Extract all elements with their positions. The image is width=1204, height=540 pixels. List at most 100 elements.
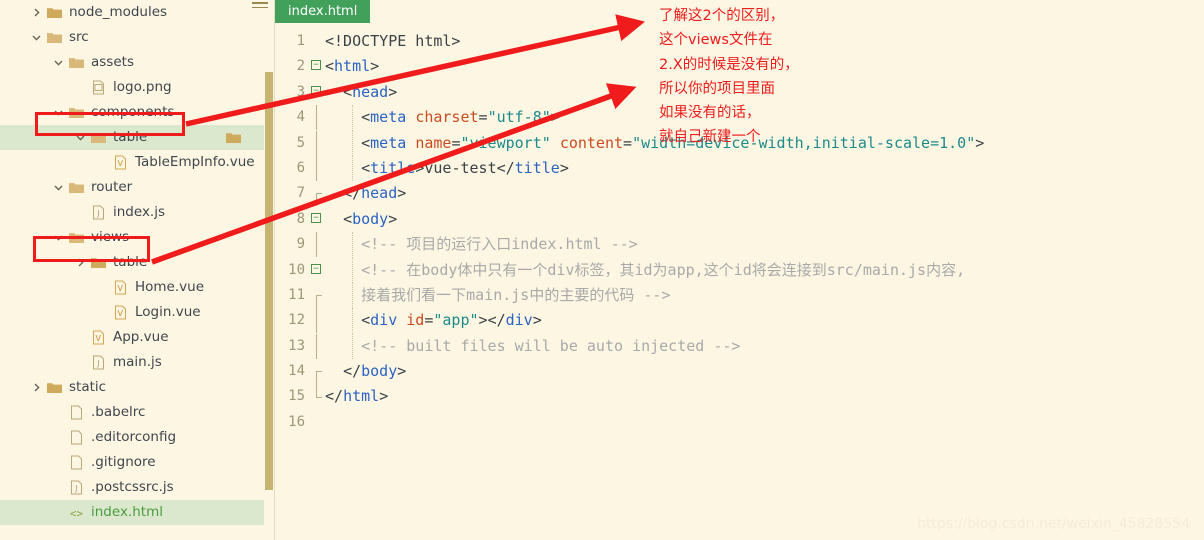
line-number: 2 xyxy=(296,58,305,75)
fold-toggle-icon[interactable]: − xyxy=(311,60,321,71)
tree-item-label: views xyxy=(91,228,130,245)
tree-item-node-modules[interactable]: node_modules xyxy=(0,0,264,25)
line-number: 10 xyxy=(288,261,305,278)
chevron-down-icon[interactable] xyxy=(52,106,65,119)
tree-item-table[interactable]: table xyxy=(0,250,264,275)
tree-item-views[interactable]: views xyxy=(0,225,264,250)
line-number: 13 xyxy=(288,337,305,354)
code-text: <!-- built files will be auto injected -… xyxy=(361,336,741,355)
fold-toggle-icon[interactable]: − xyxy=(311,212,321,223)
code-line[interactable]: 1 <!DOCTYPE html> xyxy=(275,29,1204,54)
tree-item--postcssrc-js[interactable]: J .postcssrc.js xyxy=(0,475,264,500)
code-line[interactable]: 14 </body> xyxy=(275,359,1204,385)
code-line[interactable]: 16 xyxy=(275,410,1204,435)
tree-item--babelrc[interactable]: .babelrc xyxy=(0,400,264,425)
editor-tab-strip[interactable]: index.html xyxy=(275,0,371,23)
code-text: <meta name="viewport" content="width=dev… xyxy=(361,133,985,152)
fold-guide-line xyxy=(316,294,322,308)
tree-item-main-js[interactable]: Jmain.js xyxy=(0,350,264,375)
tree-item-assets[interactable]: assets xyxy=(0,50,264,75)
code-line[interactable]: 12 <div id="app"></div> xyxy=(275,308,1204,334)
line-number: 6 xyxy=(296,159,305,176)
svg-text:V: V xyxy=(118,159,124,168)
chevron-down-icon[interactable] xyxy=(52,56,65,69)
tree-item-label: main.js xyxy=(113,353,162,370)
tree-item--gitignore[interactable]: .gitignore xyxy=(0,450,264,475)
line-number: 14 xyxy=(288,363,305,380)
line-number: 12 xyxy=(288,312,305,329)
code-line[interactable]: 9 <!-- 项目的运行入口index.html --> xyxy=(275,232,1204,258)
line-number: 5 xyxy=(296,134,305,151)
fold-guide-line xyxy=(316,105,317,131)
fold-guide-line xyxy=(316,193,322,207)
fold-guide-line xyxy=(316,130,317,156)
tree-item-logo-png[interactable]: logo.png xyxy=(0,75,264,100)
chevron-right-icon[interactable] xyxy=(74,256,87,269)
chevron-down-icon[interactable] xyxy=(52,231,65,244)
chevron-right-icon[interactable] xyxy=(30,381,43,394)
file-explorer-sidebar[interactable]: node_modulessrc assets logo.png components t… xyxy=(0,0,264,540)
tree-item--editorconfig[interactable]: .editorconfig xyxy=(0,425,264,450)
tree-item-app-vue[interactable]: V App.vue xyxy=(0,325,264,350)
tree-item-label: .postcssrc.js xyxy=(91,478,174,495)
tree-item-home-vue[interactable]: V Home.vue xyxy=(0,275,264,300)
tree-item-table[interactable]: table xyxy=(0,125,264,150)
code-line[interactable]: 7 </head> xyxy=(275,181,1204,207)
folder-open-icon xyxy=(68,230,85,245)
chevron-right-icon[interactable] xyxy=(30,6,43,19)
code-text: <body> xyxy=(343,209,398,228)
vue-file-icon: V xyxy=(112,280,129,295)
vue-file-icon: V xyxy=(90,330,107,345)
code-line[interactable]: 13 <!-- built files will be auto injecte… xyxy=(275,333,1204,360)
tree-item-label: assets xyxy=(91,53,134,70)
folder-open-icon xyxy=(68,180,85,195)
code-line[interactable]: 6 <title>vue-test</title> xyxy=(275,155,1204,182)
code-line[interactable]: 10− <!-- 在body体中只有一个div标签，其id为app,这个id将会… xyxy=(275,257,1204,283)
code-line[interactable]: 3− <head> xyxy=(275,80,1204,105)
tree-item-login-vue[interactable]: V Login.vue xyxy=(0,300,264,325)
sidebar-scrollbar-thumb[interactable] xyxy=(265,72,273,490)
tree-item-src[interactable]: src xyxy=(0,25,264,50)
line-number: 4 xyxy=(296,109,305,126)
tree-item-label: table xyxy=(113,253,148,270)
tree-item-tableempinfo-vue[interactable]: V TableEmpInfo.vue xyxy=(0,150,264,175)
line-number: 16 xyxy=(288,413,305,430)
folder-closed-icon xyxy=(46,380,63,395)
chevron-down-icon[interactable] xyxy=(52,181,65,194)
code-line[interactable]: 4 <meta charset="utf-8"> xyxy=(275,105,1204,131)
folder-open-icon xyxy=(46,30,63,45)
tree-item-index-html[interactable]: <> index.html xyxy=(0,500,264,525)
chevron-down-icon[interactable] xyxy=(74,131,87,144)
code-text: <html> xyxy=(325,57,380,76)
tree-item-label: .gitignore xyxy=(91,453,156,470)
tree-item-label: TableEmpInfo.vue xyxy=(135,153,255,170)
code-lines-container[interactable]: 1 <!DOCTYPE html> 2− <html> 3− <head> 4 <meta… xyxy=(275,29,1204,435)
tree-item-router[interactable]: router xyxy=(0,175,264,200)
tree-item-components[interactable]: components xyxy=(0,100,264,125)
code-line[interactable]: 2− <html> xyxy=(275,54,1204,79)
code-text: 接着我们看一下main.js中的主要的代码 --> xyxy=(361,285,671,304)
fold-guide-line xyxy=(316,155,317,181)
code-line[interactable]: 5 <meta name="viewport" content="width=d… xyxy=(275,130,1204,156)
editor-tab-index-html[interactable]: index.html xyxy=(275,0,371,23)
tree-item-index-js[interactable]: Jindex.js xyxy=(0,200,264,225)
fold-toggle-icon[interactable]: − xyxy=(311,85,321,96)
image-file-icon xyxy=(90,80,107,95)
tree-item-label: table xyxy=(113,128,148,145)
code-editor-pane[interactable]: index.html 1 <!DOCTYPE html> 2− <html> 3− <h… xyxy=(275,0,1204,540)
tree-item-label: node_modules xyxy=(69,3,168,20)
code-line[interactable]: 15 </html> xyxy=(275,384,1204,409)
tree-item-static[interactable]: static xyxy=(0,375,264,400)
code-line[interactable]: 8− <body> xyxy=(275,207,1204,232)
menu-hamburger-icon[interactable] xyxy=(252,2,268,12)
code-line[interactable]: 11 接着我们看一下main.js中的主要的代码 --> xyxy=(275,282,1204,309)
chevron-down-icon[interactable] xyxy=(30,31,43,44)
line-number: 11 xyxy=(288,286,305,303)
svg-text:<>: <> xyxy=(70,507,84,520)
folder-closed-icon xyxy=(90,255,107,270)
fold-guide-line xyxy=(316,333,317,359)
code-text: <!DOCTYPE html> xyxy=(325,32,461,50)
trailing-folder-closed-icon xyxy=(225,130,242,145)
fold-toggle-icon[interactable]: − xyxy=(311,263,321,274)
folder-closed-icon xyxy=(46,5,63,20)
